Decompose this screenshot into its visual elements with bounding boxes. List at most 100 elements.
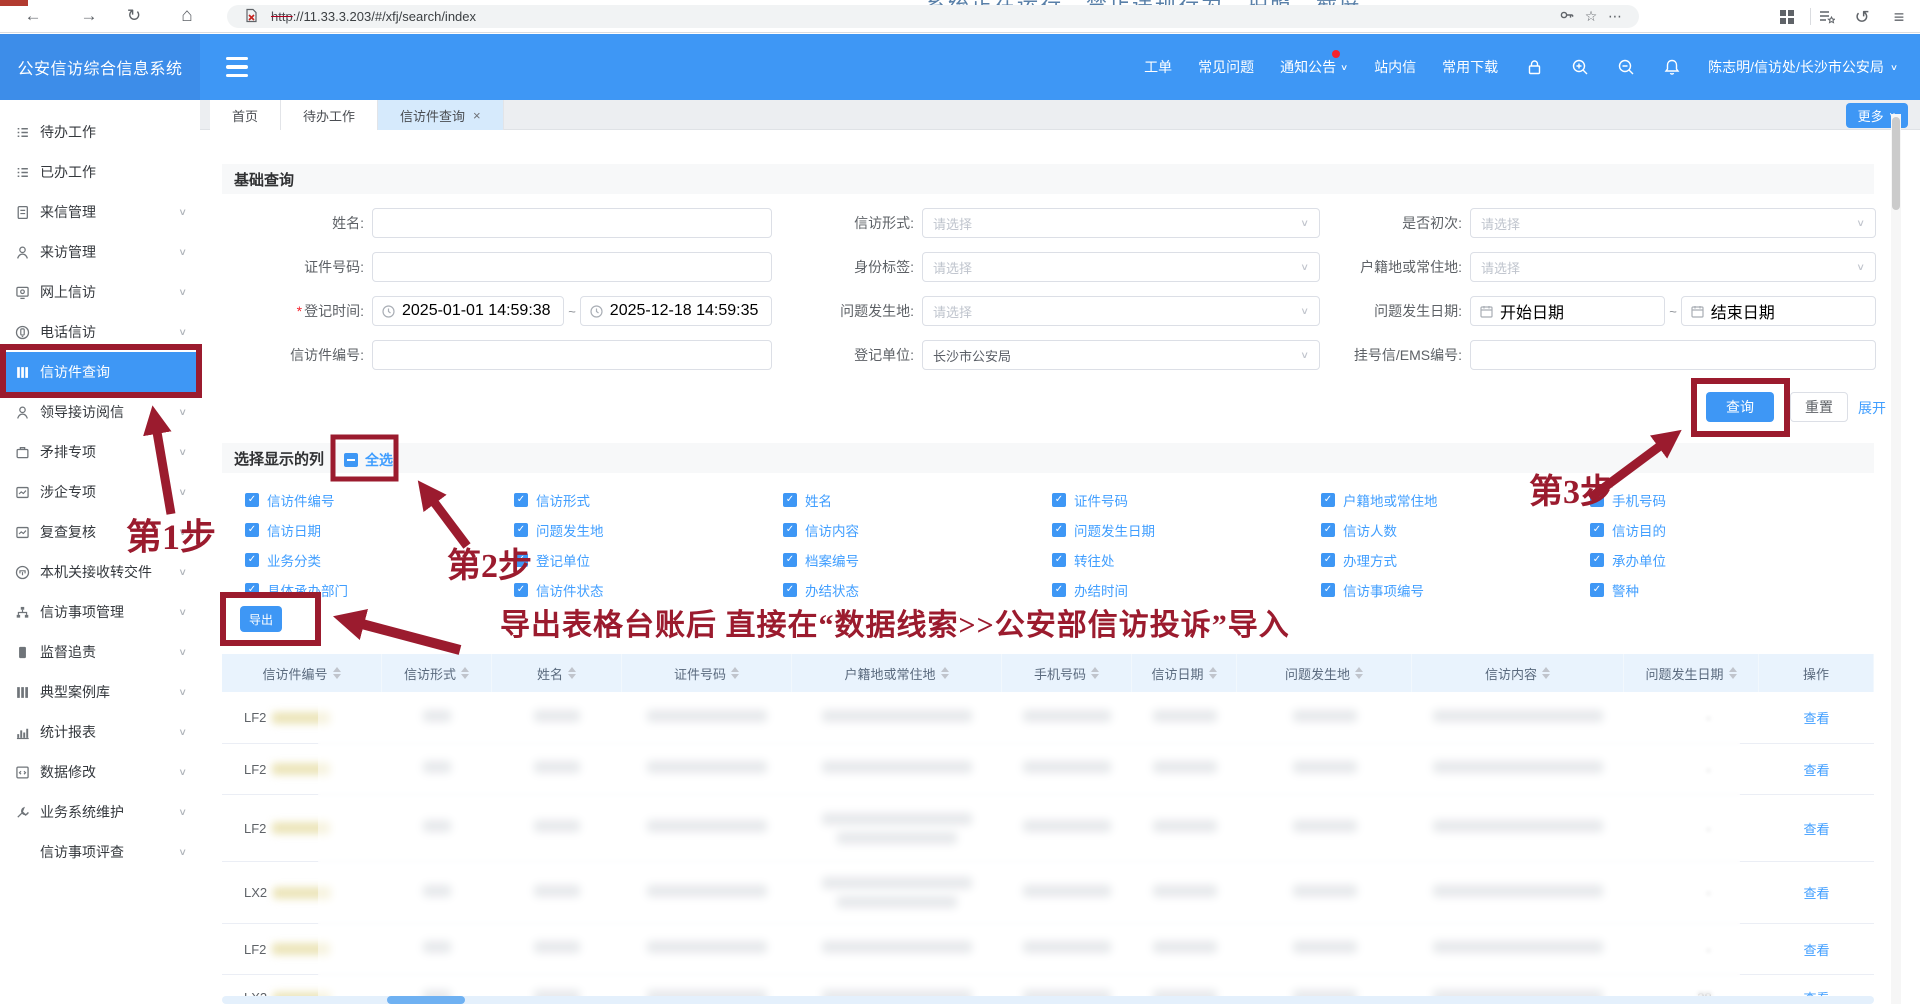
ems-no-input[interactable] <box>1470 340 1876 370</box>
browser-home-icon[interactable]: ⌂ <box>174 3 200 29</box>
column-checkbox[interactable]: ✓手机号码 <box>1590 492 1885 508</box>
column-checkbox[interactable]: ✓办结状态 <box>783 582 1052 598</box>
register-time-end-input[interactable]: 2025-12-18 14:59:35 <box>580 296 772 326</box>
table-header-cell[interactable]: 信访件编号 <box>222 654 382 692</box>
expand-link[interactable]: 展开 <box>1858 398 1886 418</box>
sidebar-item-recheck-review[interactable]: 复查复核∨ <box>0 512 200 552</box>
undo-icon[interactable]: ↺ <box>1849 4 1875 30</box>
user-menu[interactable]: 陈志明/信访处/长沙市公安局 ∨ <box>1708 57 1898 77</box>
problem-place-select[interactable]: 请选择∨ <box>922 296 1320 326</box>
table-header-cell[interactable]: 信访形式 <box>382 654 492 692</box>
export-button[interactable]: 导出 <box>240 606 282 632</box>
header-nav-item[interactable]: 常见问题 <box>1198 57 1254 77</box>
column-checkbox[interactable]: ✓承办单位 <box>1590 552 1885 568</box>
sidebar-item-system-maintain[interactable]: 业务系统维护∨ <box>0 792 200 832</box>
column-checkbox[interactable]: ✓登记单位 <box>514 552 783 568</box>
table-header-cell[interactable]: 信访内容 <box>1412 654 1624 692</box>
sidebar-item-phone-petition[interactable]: 电话信访∨ <box>0 312 200 352</box>
view-link[interactable]: 查看 <box>1803 940 1829 959</box>
column-checkbox[interactable]: ✓信访件状态 <box>514 582 783 598</box>
not-secure-shield-icon[interactable] <box>239 8 263 26</box>
is-first-select[interactable]: 请选择∨ <box>1470 208 1876 238</box>
sidebar-item-online-petition[interactable]: 网上信访∨ <box>0 272 200 312</box>
column-checkbox[interactable]: ✓户籍地或常住地 <box>1321 492 1590 508</box>
column-checkbox[interactable]: ✓问题发生日期 <box>1052 522 1321 538</box>
reset-button[interactable]: 重置 <box>1790 392 1848 422</box>
column-checkbox[interactable]: ✓档案编号 <box>783 552 1052 568</box>
sidebar-item-stats-report[interactable]: 统计报表∨ <box>0 712 200 752</box>
apps-grid-icon[interactable] <box>1774 4 1800 30</box>
zoom-in-icon[interactable] <box>1570 57 1590 77</box>
register-time-start-input[interactable]: 2025-01-01 14:59:38 <box>372 296 564 326</box>
problem-date-end-input[interactable]: 结束日期 <box>1681 296 1876 326</box>
sidebar-item-case-library[interactable]: 典型案例库∨ <box>0 672 200 712</box>
tab-3[interactable]: 信访件查询× <box>378 100 504 130</box>
register-unit-select[interactable]: 长沙市公安局∨ <box>922 340 1320 370</box>
url-text[interactable]: http://11.33.3.203/#/xfj/search/index <box>271 9 1555 24</box>
table-header-cell[interactable]: 手机号码 <box>1002 654 1132 692</box>
table-header-cell[interactable]: 信访日期 <box>1132 654 1237 692</box>
view-link[interactable]: 查看 <box>1803 883 1829 902</box>
sort-icons[interactable] <box>1542 667 1550 679</box>
vertical-scrollbar[interactable] <box>1891 114 1901 1004</box>
petition-no-input[interactable] <box>372 340 772 370</box>
header-nav-item[interactable]: 站内信 <box>1374 57 1416 77</box>
bookmark-star-icon[interactable]: ☆ <box>1579 8 1603 25</box>
query-button[interactable]: 查询 <box>1706 392 1774 422</box>
sidebar-item-visit-mgmt[interactable]: 来访管理∨ <box>0 232 200 272</box>
column-checkbox[interactable]: ✓信访件编号 <box>245 492 514 508</box>
view-link[interactable]: 查看 <box>1803 819 1829 838</box>
residence-select[interactable]: 请选择∨ <box>1470 252 1876 282</box>
column-checkbox[interactable]: ✓具体承办部门 <box>245 582 514 598</box>
column-checkbox[interactable]: ✓转往处 <box>1052 552 1321 568</box>
sort-icons[interactable] <box>1091 667 1099 679</box>
header-nav-item[interactable]: 通知公告∨ <box>1280 57 1348 77</box>
tab-2[interactable]: 待办工作 <box>281 100 378 130</box>
zoom-out-icon[interactable] <box>1616 57 1636 77</box>
problem-date-start-input[interactable]: 开始日期 <box>1470 296 1665 326</box>
vertical-scrollbar-thumb[interactable] <box>1892 117 1900 210</box>
table-header-cell[interactable]: 问题发生日期 <box>1624 654 1759 692</box>
column-checkbox[interactable]: ✓信访事项编号 <box>1321 582 1590 598</box>
sidebar-item-supervision[interactable]: 监督追责∨ <box>0 632 200 672</box>
sidebar-item-petition-query[interactable]: 信访件查询 <box>0 352 200 392</box>
sidebar-item-letter-mgmt[interactable]: 来信管理∨ <box>0 192 200 232</box>
sidebar-item-sheqi-special[interactable]: 涉企专项∨ <box>0 472 200 512</box>
column-checkbox[interactable]: ✓业务分类 <box>245 552 514 568</box>
id-number-input[interactable] <box>372 252 772 282</box>
table-header-cell[interactable]: 姓名 <box>492 654 622 692</box>
sidebar-item-leader-review[interactable]: 领导接访阅信∨ <box>0 392 200 432</box>
browser-back-icon[interactable]: ← <box>20 3 46 29</box>
view-link[interactable]: 查看 <box>1803 760 1829 779</box>
column-checkbox[interactable]: ✓问题发生地 <box>514 522 783 538</box>
horizontal-scrollbar-thumb[interactable] <box>387 996 465 1004</box>
sort-icons[interactable] <box>1209 667 1217 679</box>
sidebar-item-agency-transfer[interactable]: 本机关接收转交件∨ <box>0 552 200 592</box>
column-checkbox[interactable]: ✓信访人数 <box>1321 522 1590 538</box>
sort-icons[interactable] <box>1355 667 1363 679</box>
sort-icons[interactable] <box>1729 667 1737 679</box>
sort-icons[interactable] <box>731 667 739 679</box>
browser-forward-icon[interactable]: → <box>76 3 102 29</box>
sort-icons[interactable] <box>941 667 949 679</box>
close-icon[interactable]: × <box>473 108 481 123</box>
column-checkbox[interactable]: ✓办结时间 <box>1052 582 1321 598</box>
more-actions-icon[interactable]: ⋯ <box>1603 8 1627 25</box>
identity-tag-select[interactable]: 请选择∨ <box>922 252 1320 282</box>
table-header-cell[interactable]: 问题发生地 <box>1237 654 1412 692</box>
petition-form-select[interactable]: 请选择∨ <box>922 208 1320 238</box>
column-checkbox[interactable]: ✓姓名 <box>783 492 1052 508</box>
select-all-checkbox[interactable]: 全选 <box>344 450 393 470</box>
column-checkbox[interactable]: ✓信访内容 <box>783 522 1052 538</box>
column-checkbox[interactable]: ✓信访日期 <box>245 522 514 538</box>
view-link[interactable]: 查看 <box>1803 988 1829 996</box>
name-input[interactable] <box>372 208 772 238</box>
browser-address-bar[interactable]: http://11.33.3.203/#/xfj/search/index ☆ … <box>227 5 1639 28</box>
sort-icons[interactable] <box>568 667 576 679</box>
bookmarks-list-icon[interactable] <box>1814 4 1840 30</box>
sidebar-item-data-modify[interactable]: 数据修改∨ <box>0 752 200 792</box>
table-header-cell[interactable]: 证件号码 <box>622 654 792 692</box>
sort-icons[interactable] <box>461 667 469 679</box>
sidebar-item-done-work[interactable]: 已办工作 <box>0 152 200 192</box>
notification-bell-icon[interactable] <box>1662 57 1682 77</box>
